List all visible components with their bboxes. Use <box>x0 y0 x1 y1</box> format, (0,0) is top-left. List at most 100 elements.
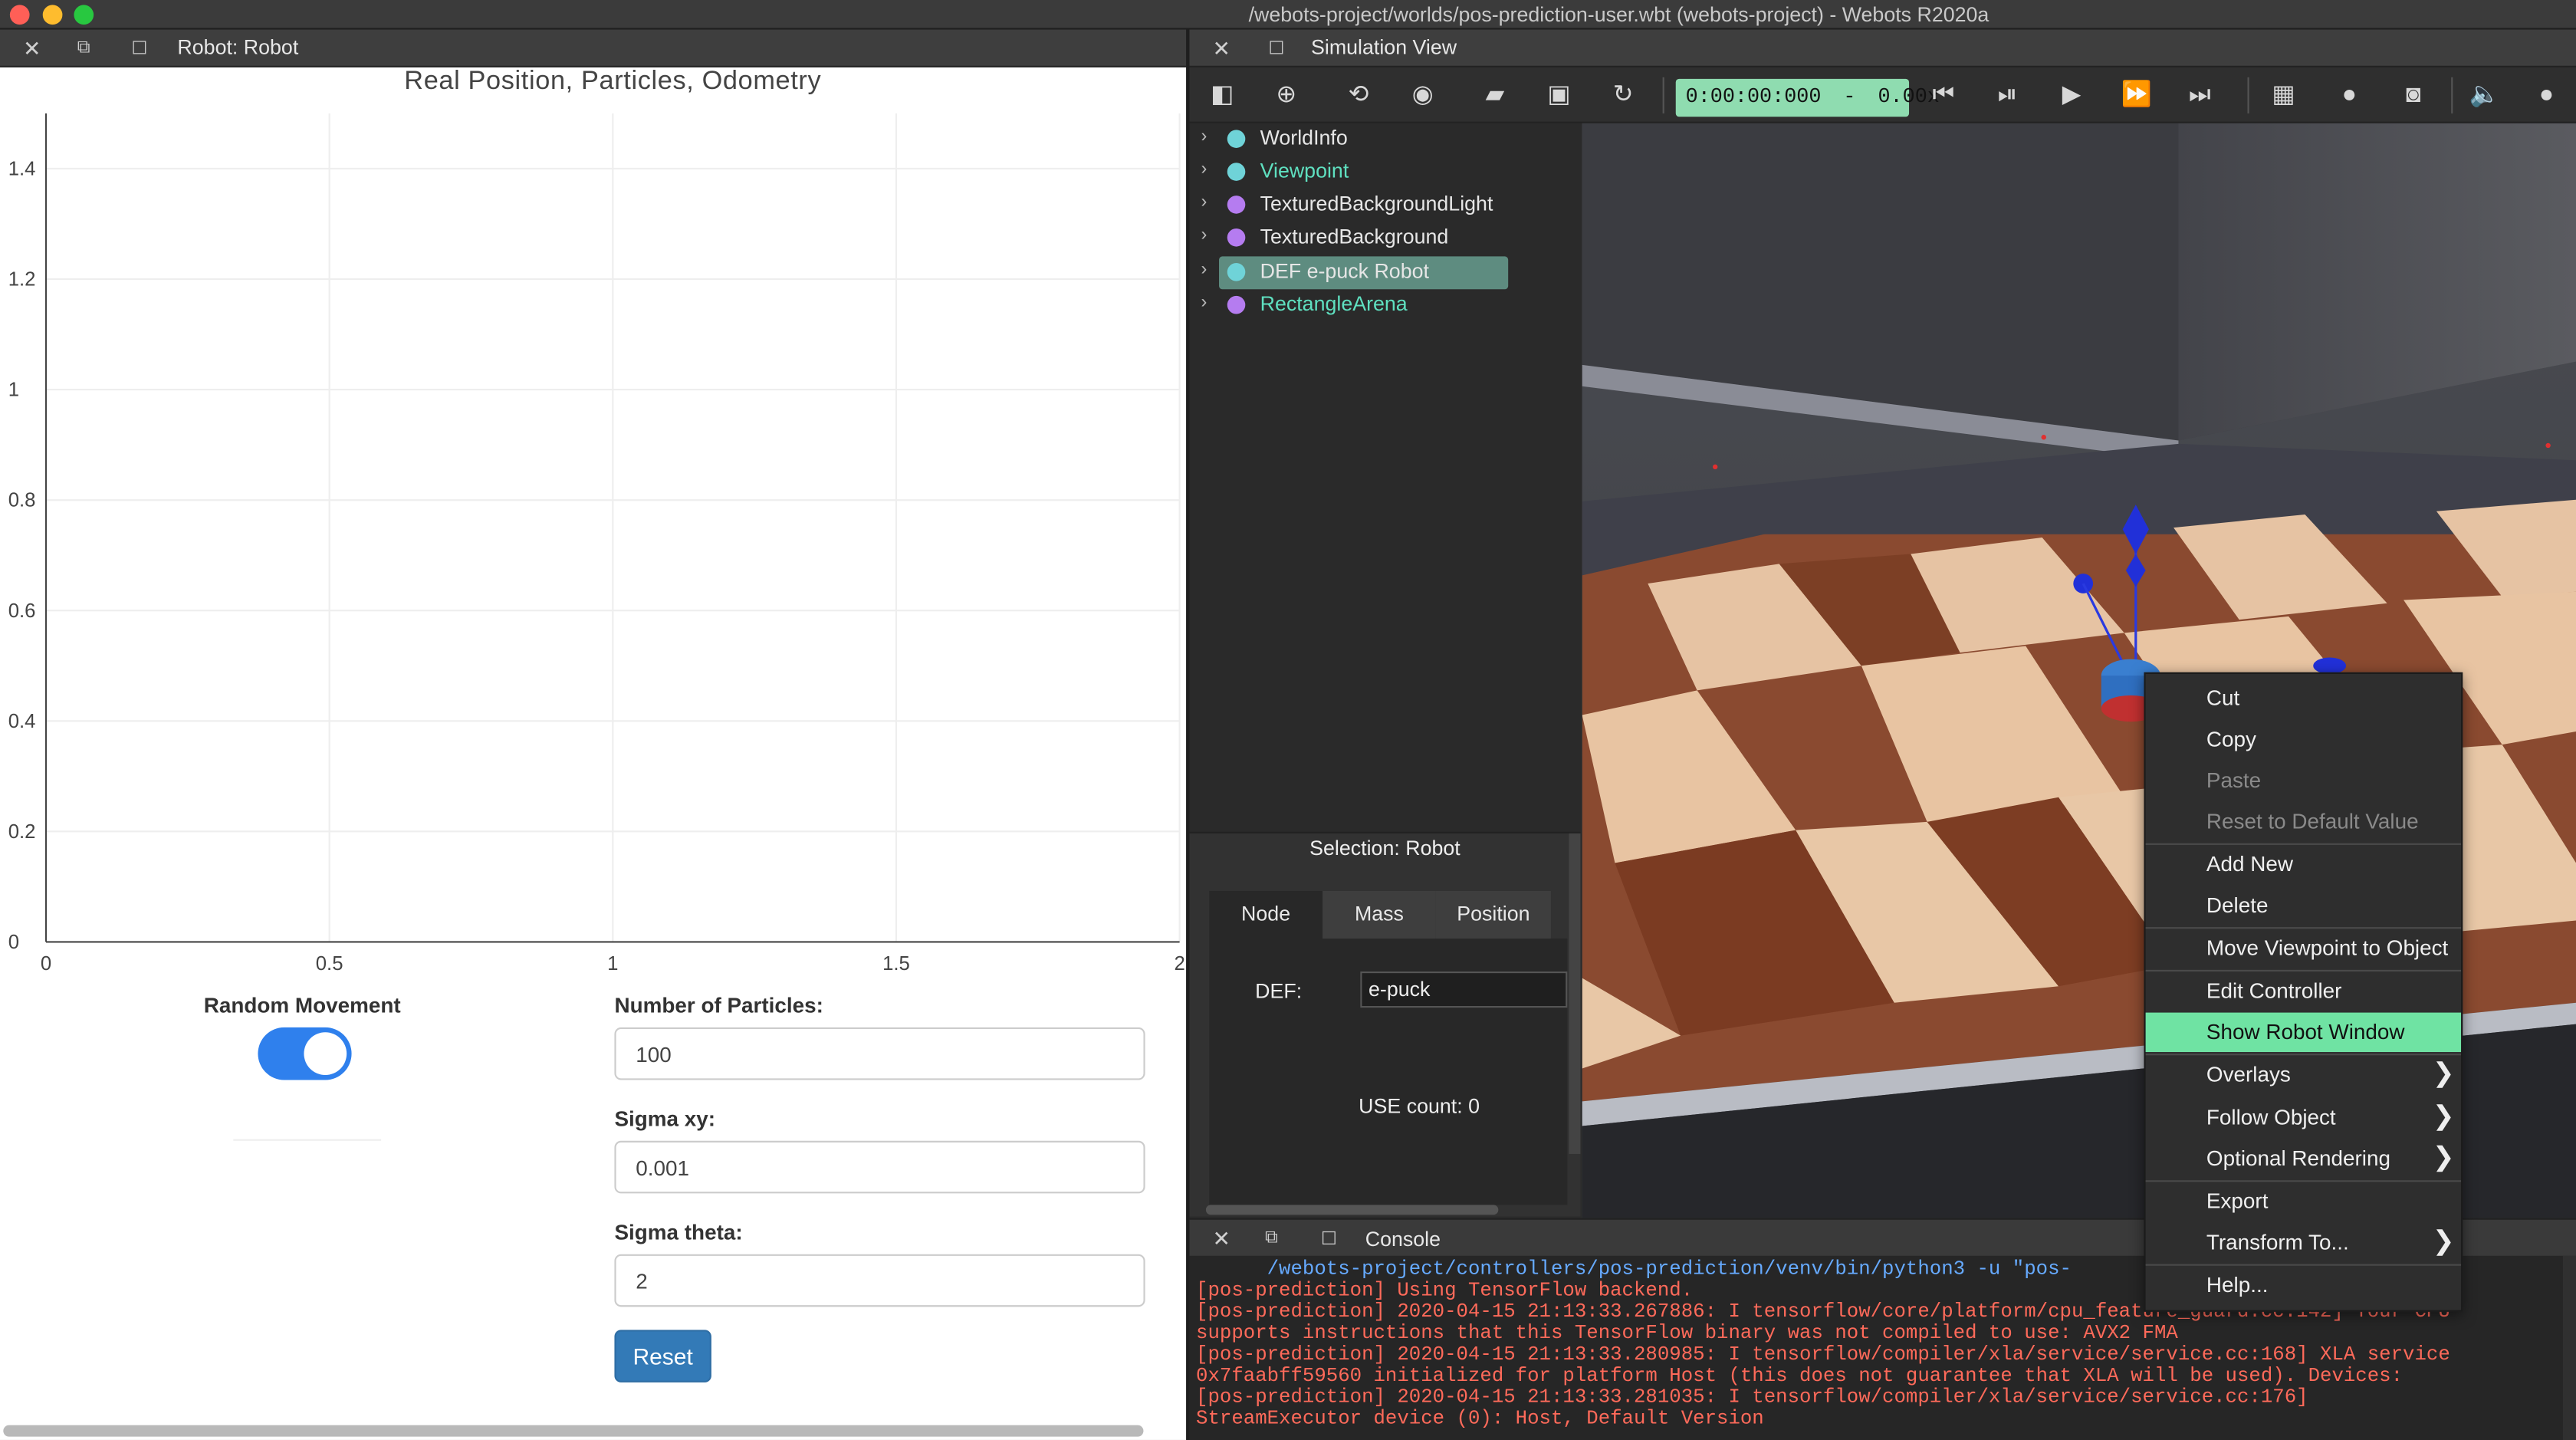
sigma-xy-input[interactable]: 0.001 <box>614 1140 1145 1194</box>
particles-label: Number of Particles: <box>614 992 823 1018</box>
node-icon <box>1227 163 1246 181</box>
tree-item-label: Viewpoint <box>1260 159 1349 182</box>
tree-item-label: RectangleArena <box>1260 292 1408 316</box>
reset-button[interactable]: Reset <box>614 1330 711 1382</box>
add-node-icon[interactable]: ⊕ <box>1272 81 1302 110</box>
particles-input[interactable]: 100 <box>614 1027 1145 1080</box>
record-movie-icon[interactable]: ▦ <box>2269 81 2298 110</box>
field-editor: Selection: Robot Node Mass Position DEF:… <box>1189 831 1581 1217</box>
robot-window-body: 0 0.5 1 1.5 2 0 0.2 0.4 0.6 0.8 1 1.2 1.4 Real Posit… <box>0 67 1187 1440</box>
menu-item-move-viewpoint[interactable]: Move Viewpoint to Object <box>2146 929 2461 968</box>
float-icon[interactable]: ⧉ <box>77 38 90 59</box>
fast-icon[interactable]: ⏩ <box>2121 81 2151 110</box>
open-folder-icon[interactable]: ▰ <box>1480 81 1510 110</box>
x-tick-label: 1 <box>607 953 618 975</box>
chevron-right-icon[interactable]: › <box>1201 260 1207 280</box>
random-movement-label: Random Movement <box>203 992 401 1018</box>
tree-item-epuck-robot[interactable]: › DEF e-puck Robot <box>1189 256 1580 290</box>
menu-item-cut[interactable]: Cut <box>2146 679 2461 718</box>
tab-mass[interactable]: Mass <box>1322 890 1436 939</box>
chevron-right-icon: ❯ <box>2432 1103 2455 1131</box>
close-window-button[interactable] <box>9 5 30 25</box>
step-icon[interactable]: ⏯ <box>1993 81 2022 110</box>
y-tick-label: 0.6 <box>8 600 36 622</box>
menu-item-label: Paste <box>2206 768 2262 793</box>
tree-item-rectanglearena[interactable]: › RectangleArena <box>1189 289 1580 322</box>
save-icon[interactable]: ▣ <box>1544 81 1574 110</box>
x-tick-label: 2 <box>1174 953 1184 975</box>
chevron-right-icon[interactable]: › <box>1201 159 1207 179</box>
console-line: [pos-prediction] 2020-04-15 21:13:33.281… <box>1196 1386 2308 1409</box>
reset-simulation-icon[interactable]: ⏮ <box>1929 81 1959 110</box>
maximize-icon[interactable]: ☐ <box>131 38 147 59</box>
editor-horizontal-scrollbar[interactable] <box>1205 1205 1499 1215</box>
def-input[interactable]: e-puck <box>1360 971 1568 1008</box>
tree-item-label: TexturedBackgroundLight <box>1260 192 1493 215</box>
menu-item-overlays[interactable]: Overlays ❯ <box>2146 1055 2461 1094</box>
maximize-icon[interactable]: ☐ <box>1268 38 1284 59</box>
tab-node[interactable]: Node <box>1209 890 1323 939</box>
robot-window-header: ✕ ⧉ ☐ Robot: Robot <box>0 29 1187 67</box>
menu-item-export[interactable]: Export <box>2146 1182 2461 1221</box>
play-icon[interactable]: ▶ <box>2057 81 2087 110</box>
console-line: [pos-prediction] 2020-04-15 21:13:33.280… <box>1196 1343 2450 1366</box>
sidebar-toggle-icon[interactable]: ◧ <box>1208 81 1237 110</box>
tree-item-viewpoint[interactable]: › Viewpoint <box>1189 156 1580 189</box>
menu-item-label: Help... <box>2206 1272 2269 1297</box>
context-menu: Cut Copy Paste Reset to Default Value Ad… <box>2144 672 2463 1312</box>
chevron-right-icon[interactable]: › <box>1201 127 1207 146</box>
menu-item-transform-to[interactable]: Transform To... ❯ <box>2146 1223 2461 1262</box>
editor-scrollbar[interactable] <box>1569 833 1581 1154</box>
menu-item-follow-object[interactable]: Follow Object ❯ <box>2146 1098 2461 1137</box>
sigma-theta-input[interactable]: 2 <box>614 1254 1145 1307</box>
menu-item-label: Add New <box>2206 851 2293 876</box>
menu-item-optional-rendering[interactable]: Optional Rendering ❯ <box>2146 1139 2461 1179</box>
menu-item-show-robot-window[interactable]: Show Robot Window <box>2145 1012 2462 1053</box>
maximize-icon[interactable]: ☐ <box>1321 1228 1337 1250</box>
simulation-time: 0:00:00:000 - 0.00x <box>1675 78 1940 117</box>
close-icon[interactable]: ✕ <box>1212 36 1230 62</box>
close-icon[interactable]: ✕ <box>1212 1226 1230 1252</box>
console-scrollbar[interactable] <box>2562 1255 2576 1440</box>
eye-icon[interactable]: ◉ <box>1408 81 1438 110</box>
volume-icon[interactable]: ● <box>2532 81 2561 110</box>
console-line: StreamExecutor device (0): Host, Default… <box>1196 1407 1764 1431</box>
minimize-window-button[interactable] <box>42 5 63 25</box>
tree-item-label: WorldInfo <box>1260 127 1348 150</box>
mute-icon[interactable]: 🔈 <box>2469 81 2500 110</box>
chevron-right-icon: ❯ <box>2432 1060 2455 1089</box>
window-title-bar: /webots-project/worlds/pos-prediction-us… <box>0 0 2576 30</box>
time-separator: - <box>1843 85 1856 109</box>
menu-item-label: Overlays <box>2206 1061 2291 1087</box>
menu-item-add-new[interactable]: Add New <box>2146 845 2461 884</box>
float-icon[interactable]: ⧉ <box>1265 1228 1278 1249</box>
reload-icon[interactable]: ↻ <box>1608 81 1638 110</box>
menu-item-copy[interactable]: Copy <box>2146 720 2461 759</box>
toolbar-separator <box>2247 77 2249 113</box>
horizontal-scrollbar[interactable] <box>3 1425 1144 1437</box>
random-movement-toggle[interactable] <box>258 1027 352 1080</box>
chevron-right-icon[interactable]: › <box>1201 225 1207 245</box>
menu-item-help[interactable]: Help... <box>2146 1266 2461 1305</box>
menu-item-reset-default[interactable]: Reset to Default Value <box>2146 802 2461 841</box>
toggle-knob <box>304 1032 347 1076</box>
close-icon[interactable]: ✕ <box>23 36 41 62</box>
menu-item-delete[interactable]: Delete <box>2146 886 2461 925</box>
chevron-right-icon[interactable]: › <box>1201 293 1207 313</box>
tree-item-worldinfo[interactable]: › WorldInfo <box>1189 123 1580 156</box>
chevron-right-icon[interactable]: › <box>1201 192 1207 212</box>
fastest-icon[interactable]: ⏭ <box>2185 81 2215 110</box>
chevron-right-icon: ❯ <box>2432 1144 2455 1172</box>
zoom-window-button[interactable] <box>74 5 94 25</box>
tree-item-texturedbackground[interactable]: › TexturedBackground <box>1189 222 1580 255</box>
tab-position[interactable]: Position <box>1435 890 1551 939</box>
reset-viewpoint-icon[interactable]: ⟲ <box>1344 81 1374 110</box>
tree-item-texturedbackgroundlight[interactable]: › TexturedBackgroundLight <box>1189 189 1580 222</box>
time-value: 0:00:00:000 <box>1685 85 1822 109</box>
record-dot-icon[interactable]: ● <box>2334 81 2364 110</box>
tree-item-label: DEF e-puck Robot <box>1260 259 1429 283</box>
screenshot-icon[interactable]: ◙ <box>2399 81 2429 110</box>
menu-item-edit-controller[interactable]: Edit Controller <box>2146 972 2461 1011</box>
menu-item-paste[interactable]: Paste <box>2146 761 2461 801</box>
y-tick-label: 0.8 <box>8 490 36 511</box>
